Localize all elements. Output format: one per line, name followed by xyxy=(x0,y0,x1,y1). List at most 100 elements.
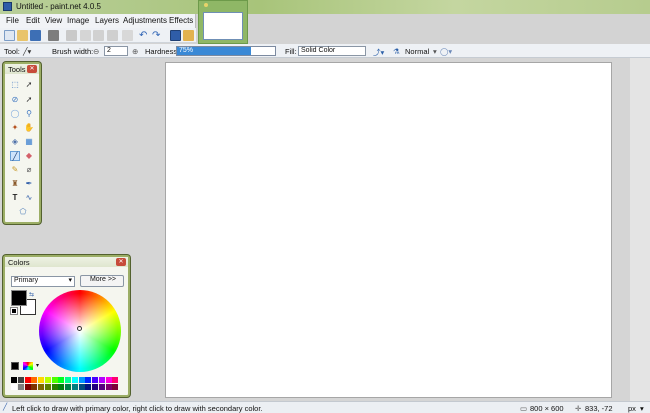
alpha-icon[interactable]: ◯▾ xyxy=(440,47,452,56)
clone-stamp-icon[interactable]: ♜ xyxy=(10,179,20,189)
palette-swatch[interactable] xyxy=(17,384,24,390)
palette-swatch[interactable] xyxy=(65,377,71,383)
menu-adjustments[interactable]: Adjustments xyxy=(123,16,167,25)
palette-swatch[interactable] xyxy=(58,377,65,383)
move-selection-icon[interactable]: ➚ xyxy=(24,80,34,90)
palette-dropdown-icon[interactable]: ▾ xyxy=(36,362,39,369)
colors-close-icon[interactable]: ✕ xyxy=(116,258,126,266)
open-icon[interactable] xyxy=(17,30,28,41)
palette-swatch[interactable] xyxy=(44,377,51,383)
move-pixels-icon[interactable]: ➚ xyxy=(24,95,34,105)
image-thumbnail-tab[interactable] xyxy=(198,0,248,44)
drawing-canvas[interactable] xyxy=(165,62,612,398)
palette-swatch[interactable] xyxy=(58,384,65,390)
line-curve-icon[interactable]: ∿ xyxy=(24,193,34,203)
blend-dropdown-icon[interactable]: ▾ xyxy=(433,47,437,56)
palette-swatch[interactable] xyxy=(51,384,58,390)
magic-wand-icon[interactable]: ✦ xyxy=(10,123,20,133)
zoom-icon[interactable]: ⚲ xyxy=(24,109,34,119)
more-colors-button[interactable]: More >> xyxy=(80,275,124,287)
cut-icon[interactable] xyxy=(66,30,77,41)
fill-select[interactable]: Solid Color xyxy=(298,46,366,56)
rectangle-select-icon[interactable]: ⬚ xyxy=(10,80,20,90)
recolor-icon[interactable]: ✒ xyxy=(24,179,34,189)
palette-swatch[interactable] xyxy=(51,377,58,383)
new-icon[interactable] xyxy=(4,30,15,41)
antialias-icon[interactable]: ⤴▾ xyxy=(373,47,384,58)
palette-menu-icon[interactable] xyxy=(23,362,33,370)
palette-swatch[interactable] xyxy=(98,377,105,383)
palette-swatch[interactable] xyxy=(85,384,92,390)
palette-swatch[interactable] xyxy=(98,384,105,390)
menu-layers[interactable]: Layers xyxy=(95,16,119,25)
color-picker-icon[interactable]: ⌀ xyxy=(24,165,34,175)
palette-swatch[interactable] xyxy=(78,377,85,383)
paint-bucket-icon[interactable]: ◈ xyxy=(10,137,20,147)
deselect-icon[interactable] xyxy=(122,30,133,41)
crop-icon[interactable] xyxy=(107,30,118,41)
pan-icon[interactable]: ✋ xyxy=(24,123,34,133)
brush-width-input[interactable]: 2 xyxy=(104,46,128,56)
paste-icon[interactable] xyxy=(93,30,104,41)
hardness-slider[interactable]: 75% xyxy=(176,46,276,56)
save-icon[interactable] xyxy=(30,30,41,41)
palette-swatch[interactable] xyxy=(105,384,112,390)
menu-edit[interactable]: Edit xyxy=(26,16,40,25)
palette-swatch[interactable] xyxy=(44,384,51,390)
grid-icon[interactable] xyxy=(170,30,181,41)
print-icon[interactable] xyxy=(48,30,59,41)
palette-swatch[interactable] xyxy=(78,384,85,390)
vertical-scrollbar[interactable] xyxy=(630,58,650,401)
shapes-icon[interactable]: ⬠ xyxy=(15,207,31,217)
minus-icon[interactable]: ⊖ xyxy=(93,47,99,56)
hardness-label: Hardness: xyxy=(145,47,180,56)
undo-icon[interactable]: ↶ xyxy=(139,30,150,41)
color-mode-select[interactable]: Primary ▾ xyxy=(11,276,75,287)
primary-color-swatch[interactable] xyxy=(11,290,27,306)
menu-image[interactable]: Image xyxy=(67,16,89,25)
palette-swatch[interactable] xyxy=(105,377,112,383)
image-thumbnail[interactable] xyxy=(203,12,243,40)
plus-icon[interactable]: ⊕ xyxy=(132,47,138,56)
swap-colors-icon[interactable]: ⇆ xyxy=(29,291,34,298)
palette-swatch[interactable] xyxy=(92,377,98,383)
lasso-select-icon[interactable]: ⊘ xyxy=(10,95,20,105)
reset-colors-icon[interactable] xyxy=(10,307,18,315)
palette-swatch[interactable] xyxy=(85,377,92,383)
palette-swatch[interactable] xyxy=(112,384,119,390)
units-select[interactable]: px xyxy=(628,404,636,413)
palette-swatch[interactable] xyxy=(24,384,31,390)
paintbrush-icon[interactable]: ╱▾ xyxy=(23,47,31,56)
palette-swatch[interactable] xyxy=(38,384,44,390)
palette-swatch[interactable] xyxy=(71,377,78,383)
units-dropdown-icon[interactable]: ▾ xyxy=(640,404,644,413)
text-icon[interactable]: T xyxy=(10,193,20,203)
color-wheel-cursor[interactable] xyxy=(77,326,82,331)
palette-current-swatch[interactable] xyxy=(11,362,19,370)
menu-view[interactable]: View xyxy=(45,16,62,25)
palette-swatch[interactable] xyxy=(65,384,71,390)
palette-swatch[interactable] xyxy=(38,377,44,383)
paintbrush-tool-icon[interactable]: ╱ xyxy=(10,151,20,161)
palette-swatch[interactable] xyxy=(71,384,78,390)
copy-icon[interactable] xyxy=(80,30,91,41)
ruler-icon[interactable] xyxy=(183,30,194,41)
palette-swatch[interactable] xyxy=(24,377,31,383)
redo-icon[interactable]: ↷ xyxy=(152,30,163,41)
color-wheel[interactable] xyxy=(39,290,121,372)
palette-swatch[interactable] xyxy=(17,377,24,383)
gradient-icon[interactable]: ▦ xyxy=(24,137,34,147)
menu-file[interactable]: File xyxy=(6,16,19,25)
palette-swatch[interactable] xyxy=(11,384,17,390)
blend-mode-select[interactable]: Normal xyxy=(405,47,429,56)
eraser-icon[interactable]: ◆ xyxy=(24,151,34,161)
tools-close-icon[interactable]: ✕ xyxy=(27,65,37,73)
palette-swatch[interactable] xyxy=(92,384,98,390)
palette-swatch[interactable] xyxy=(11,377,17,383)
pencil-icon[interactable]: ✎ xyxy=(10,165,20,175)
palette-swatch[interactable] xyxy=(31,384,38,390)
menu-effects[interactable]: Effects xyxy=(169,16,193,25)
ellipse-select-icon[interactable]: ◯ xyxy=(10,109,20,119)
palette-swatch[interactable] xyxy=(112,377,119,383)
palette-swatch[interactable] xyxy=(31,377,38,383)
